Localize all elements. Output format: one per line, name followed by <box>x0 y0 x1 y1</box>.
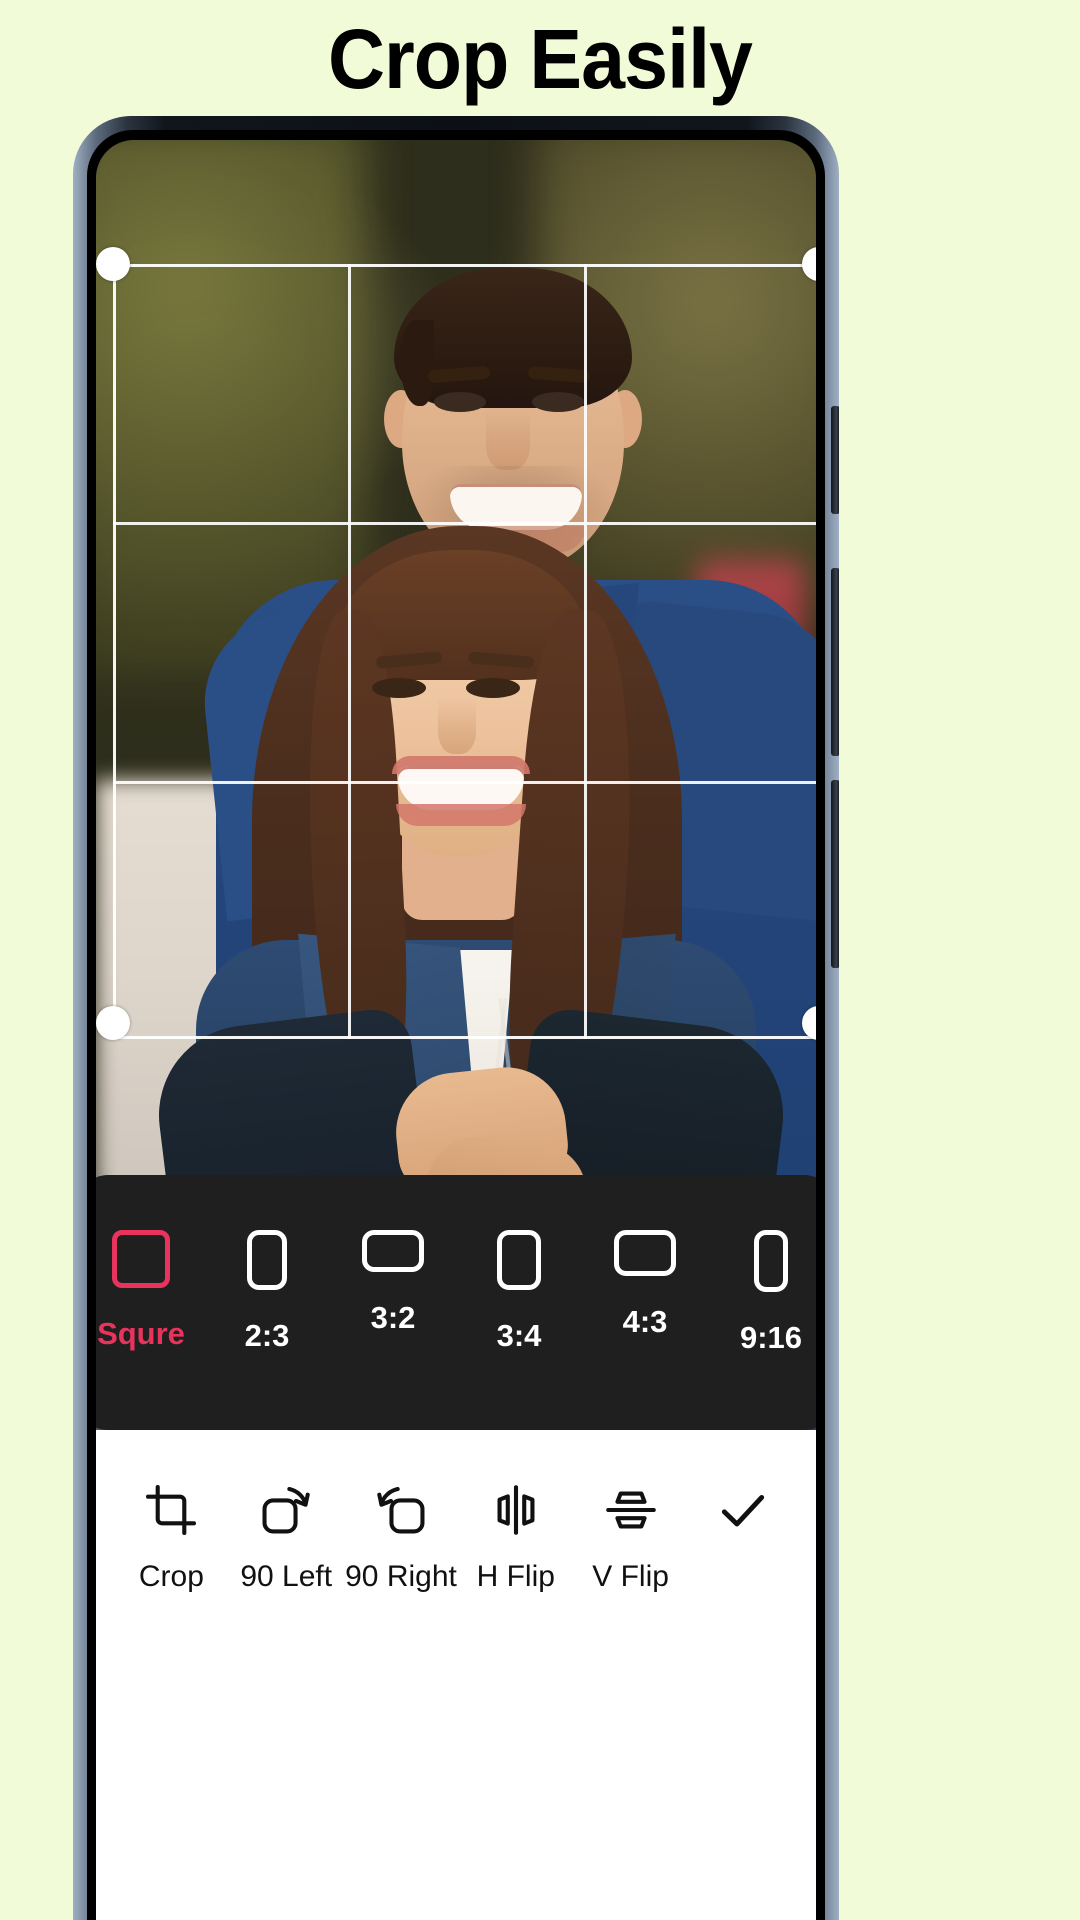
toolbar-item-label: Crop <box>138 1560 204 1593</box>
phone-volume-up-button[interactable] <box>831 568 839 756</box>
ratio-option-label: 4:3 <box>622 1304 668 1339</box>
ratio-option-label: 3:4 <box>496 1318 542 1353</box>
toolbar-item-crop[interactable]: Crop <box>114 1430 229 1594</box>
crop-icon <box>142 1474 200 1546</box>
ratio-option-3-2[interactable]: 3:2 <box>330 1175 456 1336</box>
rotate-left-icon <box>255 1474 317 1546</box>
landscape-4-3-icon <box>614 1230 676 1276</box>
ratio-option-label: Squre <box>97 1316 185 1351</box>
phone-screen: Squre 2:3 3:2 3:4 4:3 9:16 Crop 90 Left 90 Ri… <box>96 140 816 1920</box>
landscape-3-2-icon <box>362 1230 424 1272</box>
rotate-right-icon <box>370 1474 432 1546</box>
page-title: Crop Easily <box>327 11 753 106</box>
ratio-option-2-3[interactable]: 2:3 <box>204 1175 330 1354</box>
toolbar-item-label: H Flip <box>476 1560 555 1593</box>
ratio-option-squre[interactable]: Squre <box>96 1175 204 1352</box>
ratio-option-9-16[interactable]: 9:16 <box>708 1175 816 1356</box>
toolbar-item-label: 90 Left <box>240 1560 333 1593</box>
phone-volume-down-button[interactable] <box>831 780 839 968</box>
portrait-2-3-icon <box>247 1230 287 1290</box>
toolbar-item-label: 90 Right <box>345 1560 457 1593</box>
toolbar-item-v-flip[interactable]: V Flip <box>573 1430 688 1594</box>
toolbar-item-label: V Flip <box>592 1560 669 1593</box>
phone-device-frame: Squre 2:3 3:2 3:4 4:3 9:16 Crop 90 Left 90 Ri… <box>73 116 839 1920</box>
phone-bezel: Squre 2:3 3:2 3:4 4:3 9:16 Crop 90 Left 90 Ri… <box>87 130 825 1920</box>
toolbar-item-h-flip[interactable]: H Flip <box>458 1430 573 1594</box>
ratio-option-4-3[interactable]: 4:3 <box>582 1175 708 1340</box>
vertical-flip-icon <box>602 1474 660 1546</box>
ratio-option-label: 9:16 <box>739 1320 803 1355</box>
horizontal-flip-icon <box>487 1474 545 1546</box>
ratio-option-label: 3:2 <box>370 1300 416 1335</box>
editor-toolbar: Crop 90 Left 90 Right H Flip V Flip <box>96 1430 816 1920</box>
portrait-9-16-icon <box>754 1230 788 1292</box>
ratio-option-3-4[interactable]: 3:4 <box>456 1175 582 1354</box>
square-ratio-icon <box>112 1230 170 1288</box>
aspect-ratio-bar: Squre 2:3 3:2 3:4 4:3 9:16 <box>96 1175 816 1430</box>
toolbar-item-90-right[interactable]: 90 Right <box>344 1430 459 1594</box>
portrait-3-4-icon <box>497 1230 541 1290</box>
ratio-option-label: 2:3 <box>244 1318 290 1353</box>
toolbar-item-90-left[interactable]: 90 Left <box>229 1430 344 1594</box>
phone-mute-switch[interactable] <box>831 406 839 514</box>
confirm-crop-button[interactable] <box>688 1430 798 1560</box>
checkmark-icon <box>715 1474 771 1546</box>
